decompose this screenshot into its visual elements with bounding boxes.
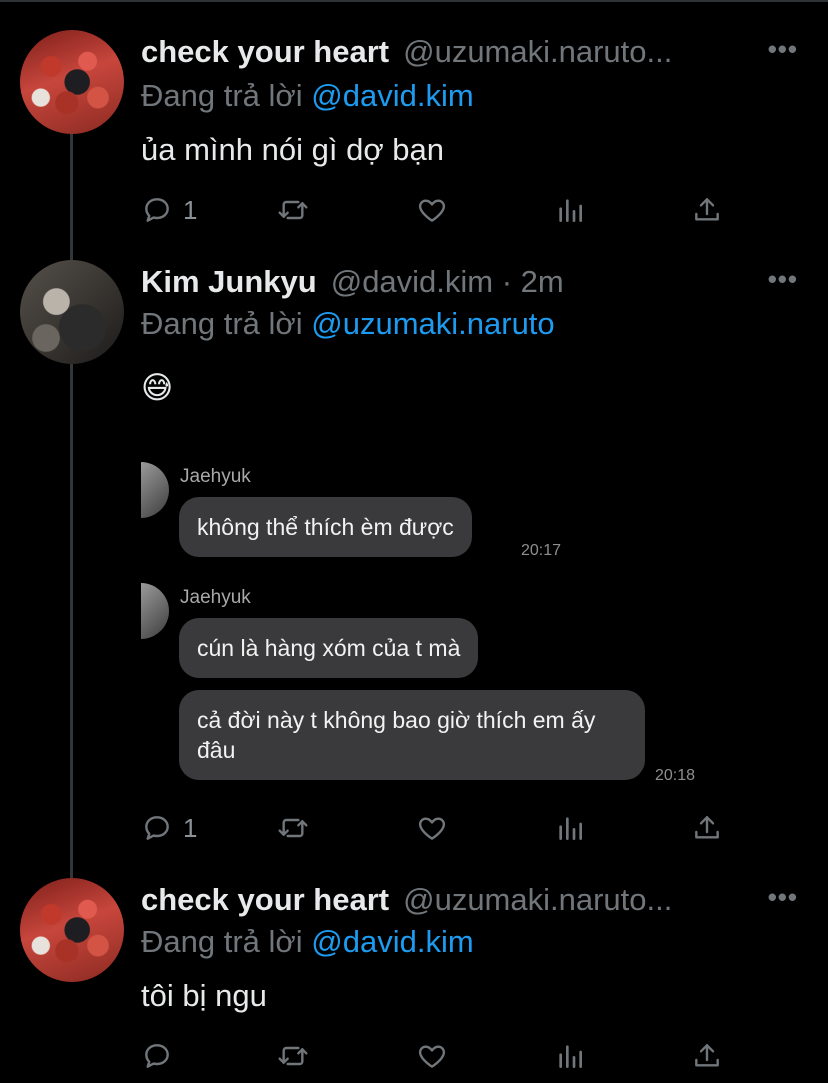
share-button[interactable] bbox=[691, 812, 723, 844]
tweet-text: ủa mình nói gì dợ bạn bbox=[141, 132, 444, 167]
chat-sender: Jaehyuk bbox=[180, 587, 251, 608]
retweet-icon bbox=[278, 1046, 308, 1066]
chat-timestamp: 20:17 bbox=[521, 542, 562, 559]
more-icon[interactable]: ••• bbox=[768, 882, 798, 913]
share-icon bbox=[695, 816, 719, 839]
retweet-icon bbox=[278, 200, 308, 220]
tweet-header: check your heart @uzumaki.naruto... bbox=[141, 34, 672, 74]
views-button[interactable] bbox=[554, 812, 586, 844]
like-button[interactable] bbox=[416, 812, 448, 844]
views-icon bbox=[559, 1045, 582, 1068]
avatar[interactable] bbox=[20, 260, 124, 364]
retweet-button[interactable] bbox=[277, 812, 309, 844]
tweet-text: tôi bị ngu bbox=[141, 978, 267, 1013]
mention-link[interactable]: @david.kim bbox=[311, 78, 473, 113]
like-button[interactable] bbox=[416, 194, 448, 226]
like-icon bbox=[418, 817, 446, 840]
more-icon[interactable]: ••• bbox=[768, 34, 798, 65]
replying-to: Đang trả lời @uzumaki.naruto bbox=[141, 306, 555, 342]
display-name[interactable]: check your heart bbox=[141, 882, 389, 917]
views-button[interactable] bbox=[554, 194, 586, 226]
replying-to-label: Đang trả lời bbox=[141, 924, 303, 959]
chat-sender: Jaehyuk bbox=[180, 466, 251, 487]
chat-bubble: không thể thích èm được bbox=[179, 497, 472, 557]
share-icon bbox=[695, 198, 719, 221]
reply-button[interactable] bbox=[141, 1040, 183, 1072]
thread-line bbox=[70, 364, 73, 879]
user-handle[interactable]: @uzumaki.naruto... bbox=[403, 882, 672, 917]
retweet-button[interactable] bbox=[277, 194, 309, 226]
like-button[interactable] bbox=[416, 1040, 448, 1072]
mention-link[interactable]: @david.kim bbox=[311, 924, 473, 959]
mention-link[interactable]: @uzumaki.naruto bbox=[311, 306, 554, 341]
share-button[interactable] bbox=[691, 1040, 723, 1072]
chat-avatar bbox=[141, 583, 169, 639]
views-icon bbox=[559, 817, 582, 840]
views-icon bbox=[559, 199, 582, 222]
tweet-text: 😅 bbox=[141, 370, 174, 405]
chat-timestamp: 20:18 bbox=[655, 767, 696, 784]
thread-line bbox=[70, 134, 73, 264]
reply-count: 1 bbox=[183, 812, 198, 843]
like-icon bbox=[418, 199, 446, 222]
tweet-actions bbox=[141, 1040, 731, 1080]
reply-count: 1 bbox=[183, 194, 198, 225]
reply-icon bbox=[145, 816, 169, 840]
share-button[interactable] bbox=[691, 194, 723, 226]
tweet-header: Kim Junkyu @david.kim · 2m bbox=[141, 264, 564, 304]
reply-icon bbox=[145, 198, 169, 222]
display-name[interactable]: check your heart bbox=[141, 34, 389, 69]
top-divider bbox=[0, 0, 828, 2]
reply-button[interactable]: 1 bbox=[141, 812, 197, 844]
chat-bubble: cún là hàng xóm của t mà bbox=[179, 618, 479, 678]
chat-avatar bbox=[141, 462, 169, 518]
replying-to: Đang trả lời @david.kim bbox=[141, 78, 474, 114]
replying-to-label: Đang trả lời bbox=[141, 78, 303, 113]
user-handle[interactable]: @uzumaki.naruto... bbox=[403, 34, 672, 69]
views-button[interactable] bbox=[554, 1040, 586, 1072]
share-icon bbox=[695, 1044, 719, 1067]
display-name[interactable]: Kim Junkyu bbox=[141, 264, 317, 299]
more-icon[interactable]: ••• bbox=[768, 264, 798, 295]
reply-button[interactable]: 1 bbox=[141, 194, 197, 226]
user-handle[interactable]: @david.kim · 2m bbox=[331, 264, 564, 299]
like-icon bbox=[418, 1045, 446, 1068]
attached-chat-screenshot[interactable]: Jaehyuk không thể thích èm được 20:17 Ja… bbox=[141, 460, 701, 800]
avatar[interactable] bbox=[20, 878, 124, 982]
replying-to-label: Đang trả lời bbox=[141, 306, 303, 341]
tweet-header: check your heart @uzumaki.naruto... bbox=[141, 882, 672, 922]
avatar[interactable] bbox=[20, 30, 124, 134]
replying-to: Đang trả lời @david.kim bbox=[141, 924, 474, 960]
tweet-actions: 1 bbox=[141, 812, 731, 852]
tweet-actions: 1 bbox=[141, 194, 731, 234]
chat-bubble: cả đời này t không bao giờ thích em ấy đ… bbox=[179, 690, 645, 780]
reply-icon bbox=[145, 1044, 169, 1068]
retweet-icon bbox=[278, 818, 308, 838]
retweet-button[interactable] bbox=[277, 1040, 309, 1072]
